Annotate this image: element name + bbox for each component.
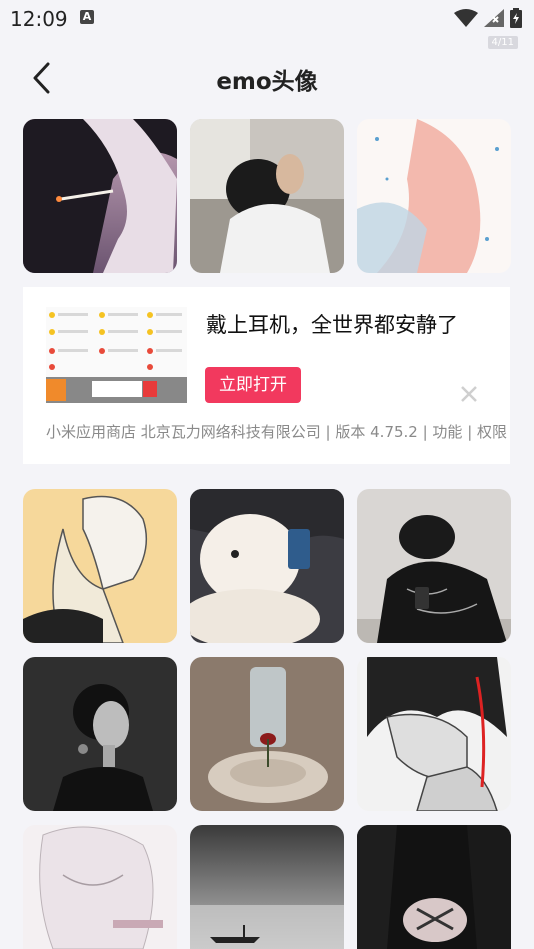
avatar-tile[interactable] [357, 657, 511, 811]
battery-icon [510, 8, 522, 28]
avatar-image [190, 825, 344, 949]
avatar-image [23, 489, 177, 643]
avatar-tile[interactable] [190, 825, 344, 949]
avatar-tile[interactable] [23, 657, 177, 811]
status-icons [454, 8, 522, 28]
ad-thumbnail [46, 307, 187, 403]
notification-a-icon: A [80, 10, 94, 24]
avatar-image [357, 825, 511, 949]
avatar-tile[interactable] [190, 119, 344, 273]
avatar-image [357, 657, 511, 811]
ad-title: 戴上耳机，全世界都安静了 [206, 313, 458, 337]
status-bar: 12:09 A 4/11 [0, 0, 534, 49]
close-icon [461, 386, 477, 402]
wifi-icon [454, 9, 478, 27]
ad-meta-text: 小米应用商店 北京瓦力网络科技有限公司 | 版本 4.75.2 | 功能 | 权… [46, 423, 508, 441]
avatar-tile[interactable] [190, 657, 344, 811]
avatar-tile[interactable] [23, 825, 177, 949]
ad-close-button[interactable] [458, 383, 480, 405]
avatar-tile[interactable] [357, 119, 511, 273]
avatar-image [357, 119, 511, 273]
avatar-image [23, 119, 177, 273]
status-time: 12:09 [10, 7, 68, 31]
avatar-image [357, 489, 511, 643]
header: emo头像 [0, 50, 534, 106]
signal-icon [484, 9, 504, 27]
avatar-image [190, 489, 344, 643]
page-title: emo头像 [216, 69, 318, 95]
avatar-tile[interactable] [357, 489, 511, 643]
avatar-image [23, 825, 177, 949]
page-indicator: 4/11 [487, 36, 518, 49]
avatar-image [190, 657, 344, 811]
avatar-tile[interactable] [23, 489, 177, 643]
avatar-image [23, 657, 177, 811]
ad-banner[interactable]: 戴上耳机，全世界都安静了 立即打开 小米应用商店 北京瓦力网络科技有限公司 | … [23, 287, 510, 464]
avatar-image [190, 119, 344, 273]
avatar-tile[interactable] [23, 119, 177, 273]
ad-thumbnail-image [46, 307, 187, 403]
ad-open-button[interactable]: 立即打开 [205, 367, 301, 403]
avatar-tile[interactable] [357, 825, 511, 949]
avatar-tile[interactable] [190, 489, 344, 643]
